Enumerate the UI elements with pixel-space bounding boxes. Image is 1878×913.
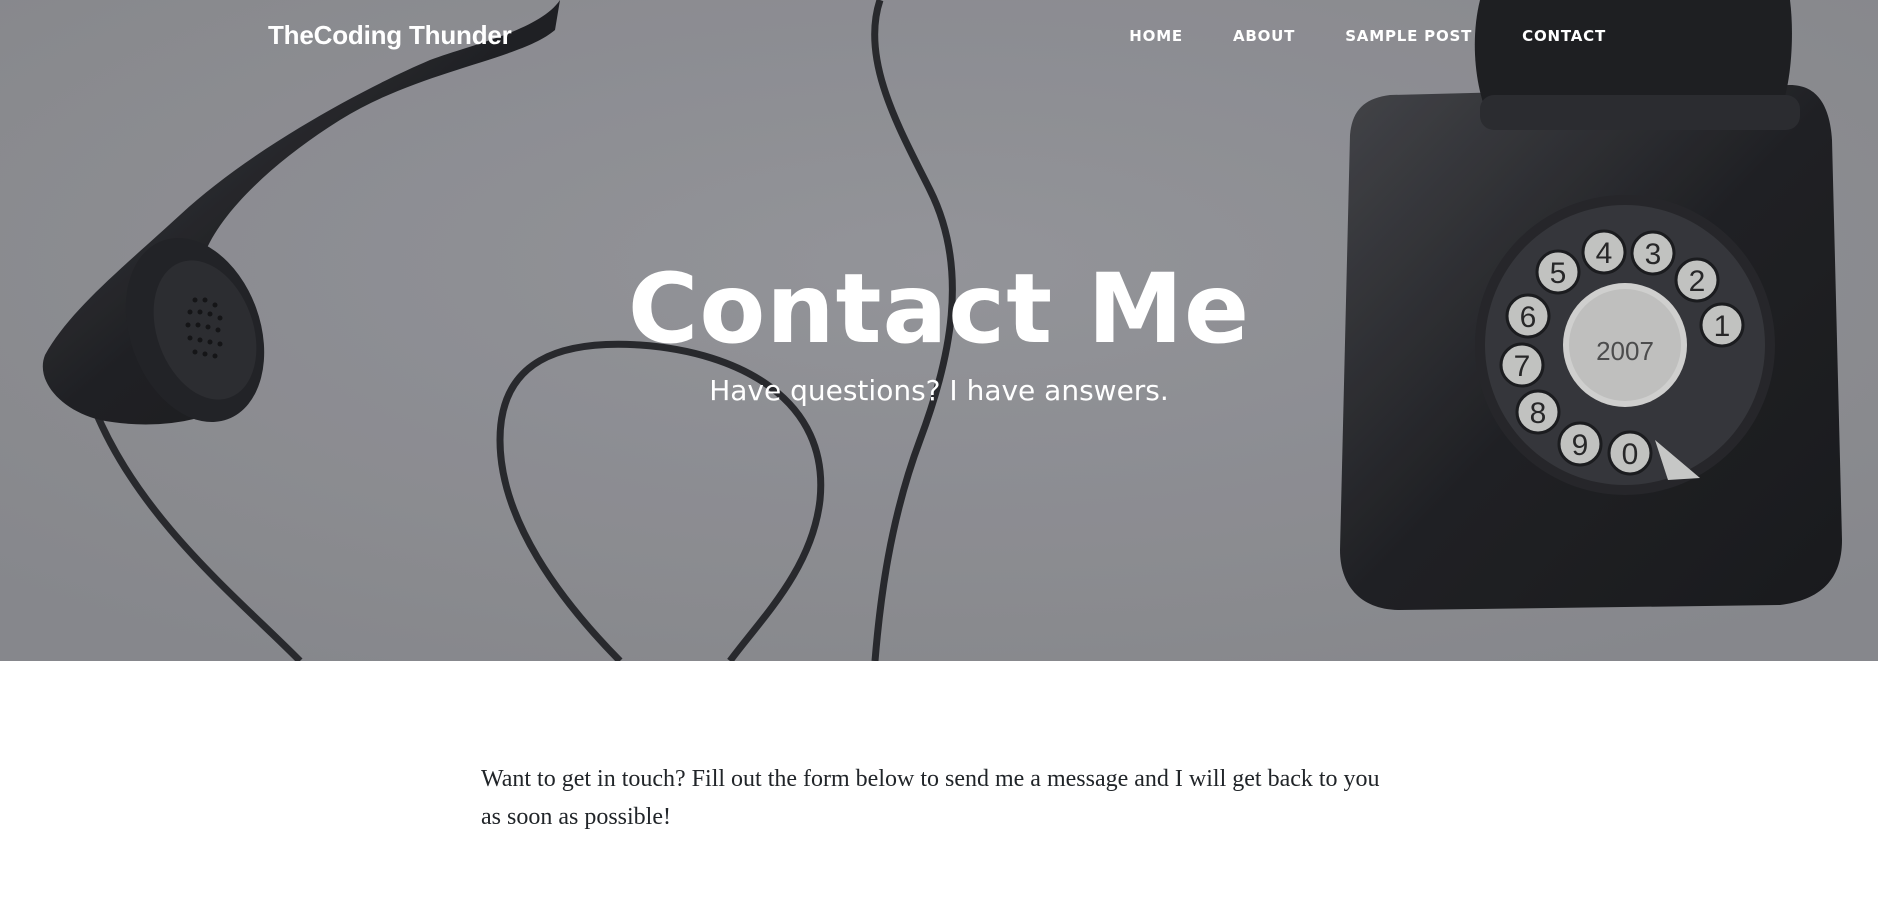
page-title: Contact Me bbox=[627, 253, 1251, 365]
page-subtitle: Have questions? I have answers. bbox=[709, 374, 1169, 407]
nav-item-about: ABOUT bbox=[1233, 27, 1295, 46]
nav-item-sample-post: SAMPLE POST bbox=[1345, 27, 1472, 46]
nav-link-home[interactable]: HOME bbox=[1129, 27, 1183, 45]
contact-intro-text: Want to get in touch? Fill out the form … bbox=[481, 766, 1380, 830]
nav-link-about[interactable]: ABOUT bbox=[1233, 27, 1295, 45]
page-heading: Contact Me Have questions? I have answer… bbox=[0, 247, 1878, 409]
nav-item-home: HOME bbox=[1129, 27, 1183, 46]
nav-item-contact: CONTACT bbox=[1522, 27, 1606, 46]
main-content: Want to get in touch? Fill out the form … bbox=[481, 760, 1391, 836]
nav-menu: HOME ABOUT SAMPLE POST CONTACT bbox=[1129, 27, 1606, 46]
brand-link[interactable]: TheCoding Thunder bbox=[268, 20, 512, 51]
hero-section: 2007 1 2 3 4 5 6 7 8 9 0 TheCoding Thund… bbox=[0, 0, 1878, 661]
nav-link-contact[interactable]: CONTACT bbox=[1522, 27, 1606, 45]
nav-link-sample-post[interactable]: SAMPLE POST bbox=[1345, 27, 1472, 45]
top-navbar: TheCoding Thunder HOME ABOUT SAMPLE POST… bbox=[0, 0, 1878, 76]
